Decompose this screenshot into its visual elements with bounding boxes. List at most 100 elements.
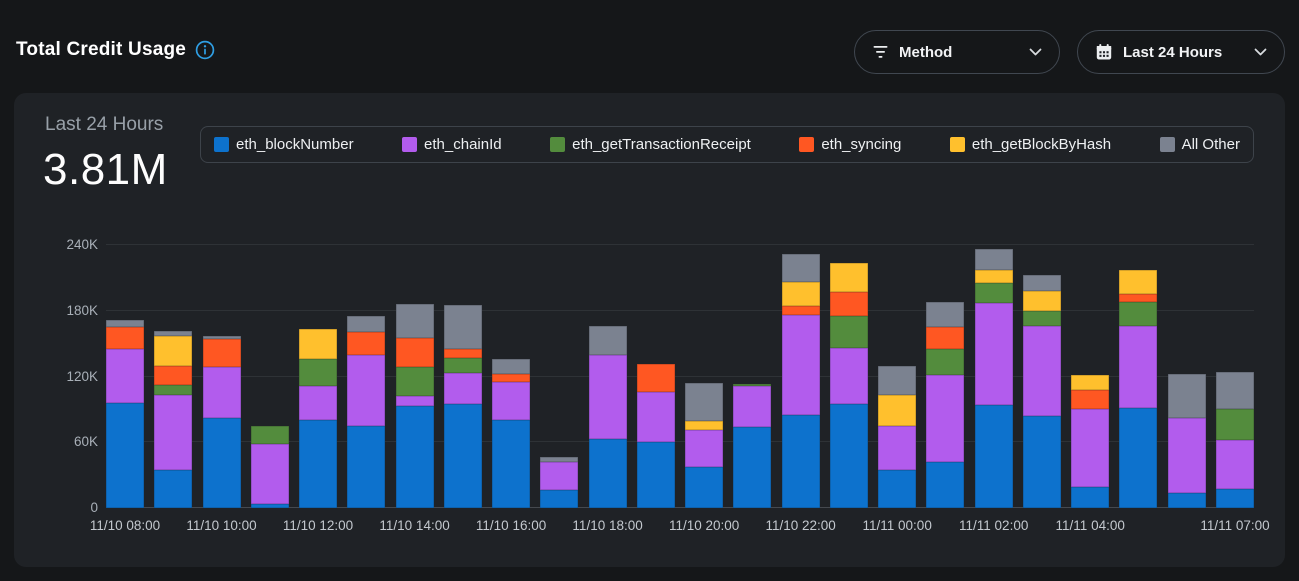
bar-segment (975, 405, 1013, 508)
bar-segment (926, 462, 964, 508)
bar-segment (154, 395, 192, 470)
stacked-bar (106, 320, 144, 508)
legend-item[interactable]: eth_getBlockByHash (950, 136, 1111, 153)
x-axis-tick-label: 11/10 16:00 (476, 518, 546, 533)
bar-segment (878, 395, 916, 426)
bar-segment (154, 470, 192, 508)
bar-segment (251, 426, 289, 445)
plot-area: 060K120K180K240K11/10 08:0011/10 10:0011… (106, 245, 1254, 508)
bar-segment (1216, 489, 1254, 508)
bar-segment (1216, 440, 1254, 489)
bar-segment (492, 420, 530, 508)
legend-item[interactable]: eth_chainId (402, 136, 502, 153)
legend-item[interactable]: eth_blockNumber (214, 136, 354, 153)
bar-segment (347, 426, 385, 508)
stacked-bar (299, 329, 337, 508)
legend-label: eth_syncing (821, 136, 901, 153)
bar-segment (396, 304, 434, 338)
bar-segment (589, 326, 627, 354)
bar-segment (782, 254, 820, 282)
bar-segment (347, 355, 385, 426)
stacked-bar (347, 316, 385, 508)
info-icon[interactable] (195, 40, 215, 60)
bar-segment (444, 349, 482, 358)
stacked-bar (589, 326, 627, 508)
y-axis-tick-label: 120K (28, 368, 98, 386)
bar-segment (637, 442, 675, 508)
date-range-dropdown[interactable]: Last 24 Hours (1077, 30, 1285, 74)
legend-swatch (402, 137, 417, 152)
method-filter-dropdown[interactable]: Method (854, 30, 1060, 74)
total-credit-usage-card: Last 24 Hours 3.81M eth_blockNumbereth_c… (14, 93, 1285, 567)
legend-label: eth_blockNumber (236, 136, 354, 153)
bar-segment (782, 306, 820, 315)
stacked-bar (782, 254, 820, 508)
y-axis-tick-label: 180K (28, 302, 98, 320)
x-axis-tick-label: 11/11 02:00 (959, 518, 1028, 533)
legend-item[interactable]: eth_syncing (799, 136, 901, 153)
bar-segment (830, 263, 868, 293)
x-axis-tick-label: 11/10 08:00 (90, 518, 160, 533)
bar-segment (347, 316, 385, 331)
bar-segment (830, 316, 868, 348)
gridline (106, 244, 1254, 245)
bar-segment (444, 305, 482, 349)
bar-segment (1023, 275, 1061, 291)
date-range-label: Last 24 Hours (1123, 44, 1222, 61)
legend-label: eth_chainId (424, 136, 502, 153)
bar-segment (1119, 270, 1157, 294)
bar-segment (154, 385, 192, 395)
chevron-down-icon (1254, 48, 1267, 56)
bar-segment (251, 444, 289, 503)
stacked-bar (733, 384, 771, 508)
method-filter-label: Method (899, 44, 952, 61)
bar-segment (1023, 326, 1061, 416)
bar-segment (1071, 375, 1109, 389)
calendar-icon (1095, 43, 1113, 61)
legend-label: eth_getTransactionReceipt (572, 136, 751, 153)
bar-segment (685, 421, 723, 430)
legend-swatch (550, 137, 565, 152)
bar-segment (926, 349, 964, 375)
bar-segment (540, 462, 578, 490)
stacked-bar (926, 302, 964, 508)
bar-segment (396, 406, 434, 508)
bar-segment (203, 418, 241, 508)
bar-segment (782, 315, 820, 415)
filter-icon (872, 45, 889, 59)
bar-segment (106, 349, 144, 403)
bar-segment (926, 375, 964, 462)
bar-segment (203, 339, 241, 366)
bar-segment (1071, 409, 1109, 487)
bar-segment (444, 358, 482, 373)
bar-segment (1023, 416, 1061, 508)
bar-segment (492, 382, 530, 420)
legend-label: eth_getBlockByHash (972, 136, 1111, 153)
bar-segment (782, 282, 820, 306)
bar-segment (1119, 294, 1157, 302)
stacked-bar (203, 336, 241, 508)
title-wrap: Total Credit Usage (16, 39, 215, 61)
period-label: Last 24 Hours (45, 114, 163, 136)
bar-segment (830, 404, 868, 508)
legend-item[interactable]: eth_getTransactionReceipt (550, 136, 751, 153)
stacked-bar (1168, 374, 1206, 508)
bar-segment (106, 327, 144, 349)
bar-segment (1023, 291, 1061, 311)
bar-segment (685, 383, 723, 421)
legend-label: All Other (1182, 136, 1240, 153)
bar-segment (396, 367, 434, 397)
bar-segment (299, 329, 337, 359)
bar-segment (926, 302, 964, 327)
stacked-bar (830, 263, 868, 508)
stacked-bar (685, 383, 723, 508)
legend-item[interactable]: All Other (1160, 136, 1240, 153)
bar-segment (975, 303, 1013, 405)
stacked-bar (540, 457, 578, 508)
bar-segment (203, 367, 241, 419)
stacked-bar (1119, 270, 1157, 508)
bar-segment (1071, 487, 1109, 508)
gridline (106, 310, 1254, 311)
stacked-bar (975, 249, 1013, 508)
stacked-bar (444, 305, 482, 508)
